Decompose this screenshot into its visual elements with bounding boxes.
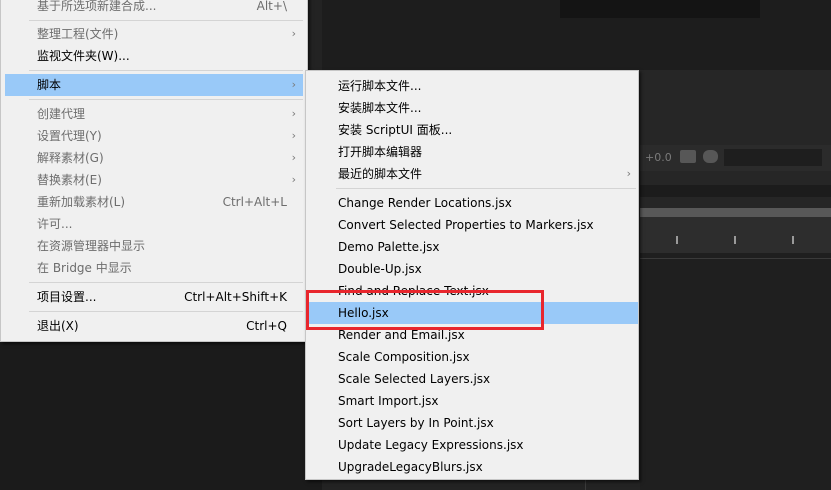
menu-separator [29,99,303,100]
menu-item-label: 许可... [37,217,73,231]
menu-item-label: 脚本 [37,78,62,92]
timeline-header [640,217,831,253]
timeline-ruler[interactable] [640,208,831,217]
menu-item-interpret-footage[interactable]: 解释素材(G) › [5,147,303,169]
script-item[interactable]: Update Legacy Expressions.jsx [306,434,638,456]
script-item[interactable]: Sort Layers by In Point.jsx [306,412,638,434]
menu-item-scripts[interactable]: 脚本 › [5,74,303,96]
timeline-layers-area [640,253,831,490]
chevron-right-icon: › [626,167,631,180]
project-panel-background [0,340,322,490]
menu-item-reveal-in-explorer[interactable]: 在资源管理器中显示 [5,235,303,257]
menu-item-label: 替换素材(E) [37,173,102,187]
menu-item-new-comp-from-selection[interactable]: 基于所选项新建合成... Alt+\ [5,0,303,17]
menu-item-consolidate-project[interactable]: 整理工程(文件) › [5,23,303,45]
menu-item-shortcut: Ctrl+Alt+Shift+K [184,290,287,304]
menu-item-label: 创建代理 [37,107,86,121]
menu-item-label: 项目设置... [37,290,97,304]
menu-item-label: 退出(X) [37,319,79,333]
menu-separator [29,282,303,283]
menu-item-reload-footage[interactable]: 重新加载素材(L) Ctrl+Alt+L [5,191,303,213]
menu-item-label: 监视文件夹(W)... [37,49,130,63]
menu-item-label: Smart Import.jsx [338,394,439,408]
menu-item-recent-script-files[interactable]: 最近的脚本文件 › [306,163,638,185]
menu-item-create-proxy[interactable]: 创建代理 › [5,103,303,125]
menu-item-reveal-in-bridge[interactable]: 在 Bridge 中显示 [5,257,303,279]
script-item[interactable]: Change Render Locations.jsx [306,192,638,214]
menu-item-label: 解释素材(G) [37,151,104,165]
menu-item-label: Demo Palette.jsx [338,240,440,254]
chevron-right-icon: › [291,27,296,40]
menu-item-label: 安装 ScriptUI 面板... [338,123,453,137]
panel-divider [640,185,831,197]
menu-item-label: Convert Selected Properties to Markers.j… [338,218,594,232]
menu-item-exit[interactable]: 退出(X) Ctrl+Q [5,315,303,337]
menu-item-run-script-file[interactable]: 运行脚本文件... [306,75,638,97]
menu-item-install-scriptui-panel[interactable]: 安装 ScriptUI 面板... [306,119,638,141]
menu-item-shortcut: Alt+\ [256,0,287,13]
viewer-dropdown[interactable] [724,149,822,166]
timeline-tick [792,236,794,244]
script-item[interactable]: Smart Import.jsx [306,390,638,412]
menu-item-label: Find and Replace Text.jsx [338,284,489,298]
menu-item-install-script-file[interactable]: 安装脚本文件... [306,97,638,119]
menu-item-label: 设置代理(Y) [37,129,102,143]
chevron-right-icon: › [291,151,296,164]
menu-separator [29,20,303,21]
menu-item-project-settings[interactable]: 项目设置... Ctrl+Alt+Shift+K [5,286,303,308]
menu-item-set-proxy[interactable]: 设置代理(Y) › [5,125,303,147]
script-item[interactable]: Convert Selected Properties to Markers.j… [306,214,638,236]
timeline-tick [734,236,736,244]
menu-item-label: 重新加载素材(L) [37,195,126,209]
snapshot-icon[interactable] [703,150,718,163]
script-item[interactable]: Find and Replace Text.jsx [306,280,638,302]
file-menu: 基于所选项新建合成... Alt+\ 整理工程(文件) › 监视文件夹(W)..… [0,0,308,342]
menu-item-label: 运行脚本文件... [338,79,422,93]
script-item-hello[interactable]: Hello.jsx [306,302,638,324]
chevron-right-icon: › [291,129,296,142]
menu-item-label: Render and Email.jsx [338,328,465,342]
menu-item-label: 安装脚本文件... [338,101,422,115]
menu-item-label: Hello.jsx [338,306,389,320]
scripts-submenu: 运行脚本文件... 安装脚本文件... 安装 ScriptUI 面板... 打开… [305,70,639,480]
menu-item-label: UpgradeLegacyBlurs.jsx [338,460,483,474]
timeline-divider [640,258,831,259]
menu-item-label: 最近的脚本文件 [338,167,423,181]
menu-item-label: 整理工程(文件) [37,27,119,41]
menu-item-license[interactable]: 许可... [5,213,303,235]
menu-item-label: Double-Up.jsx [338,262,422,276]
script-item[interactable]: Double-Up.jsx [306,258,638,280]
menu-item-open-script-editor[interactable]: 打开脚本编辑器 [306,141,638,163]
menu-item-shortcut: Ctrl+Q [246,319,287,333]
script-item[interactable]: Demo Palette.jsx [306,236,638,258]
script-item[interactable]: UpgradeLegacyBlurs.jsx [306,456,638,478]
menu-item-label: Sort Layers by In Point.jsx [338,416,494,430]
chevron-right-icon: › [291,107,296,120]
menu-separator [29,70,303,71]
menu-item-label: 在资源管理器中显示 [37,239,146,253]
menu-item-replace-footage[interactable]: 替换素材(E) › [5,169,303,191]
menu-item-label: 打开脚本编辑器 [338,145,423,159]
menu-item-watch-folder[interactable]: 监视文件夹(W)... [5,45,303,67]
menu-item-shortcut: Ctrl+Alt+L [222,195,287,209]
viewer-top-bar [560,0,760,18]
script-item[interactable]: Scale Composition.jsx [306,346,638,368]
menu-item-label: Change Render Locations.jsx [338,196,512,210]
script-item[interactable]: Scale Selected Layers.jsx [306,368,638,390]
menu-separator [29,311,303,312]
menu-item-label: Update Legacy Expressions.jsx [338,438,524,452]
chevron-right-icon: › [291,78,296,91]
timeline-tick [676,236,678,244]
menu-item-label: Scale Composition.jsx [338,350,470,364]
exposure-value: +0.0 [645,151,672,164]
camera-icon[interactable] [680,150,696,163]
script-item[interactable]: Render and Email.jsx [306,324,638,346]
chevron-right-icon: › [291,173,296,186]
menu-item-label: 基于所选项新建合成... [37,0,157,13]
menu-item-label: 在 Bridge 中显示 [37,261,132,275]
menu-item-label: Scale Selected Layers.jsx [338,372,491,386]
menu-separator [336,188,636,189]
